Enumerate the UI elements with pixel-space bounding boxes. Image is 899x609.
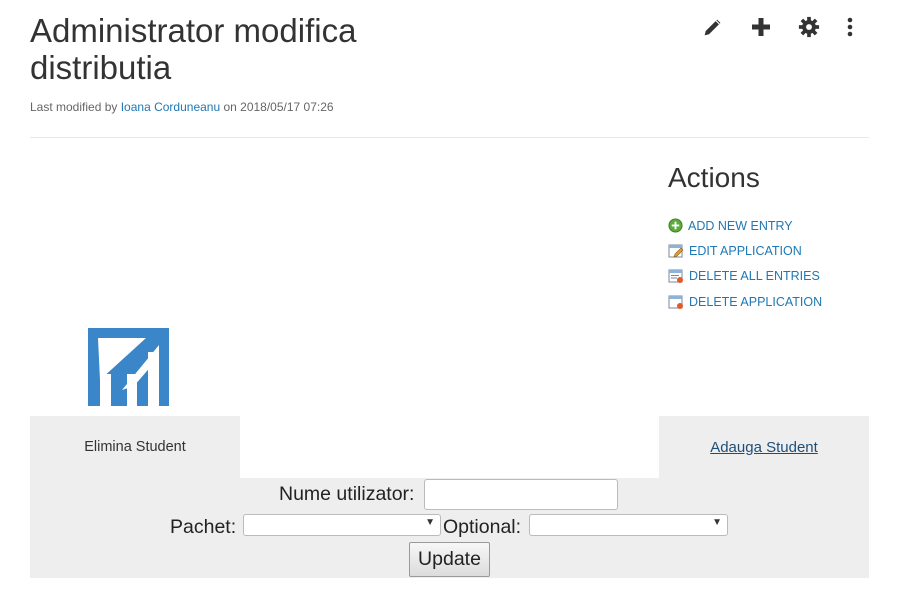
- modified-prefix: Last modified by: [30, 100, 121, 114]
- action-label: DELETE APPLICATION: [689, 294, 823, 309]
- package-label: Pachet:: [170, 516, 237, 538]
- edit-page-button[interactable]: [698, 14, 728, 40]
- remove-student-form: Nume utilizator: Pachet: ▼ Optional: ▼ U…: [30, 478, 869, 578]
- actions-title: Actions: [668, 162, 760, 193]
- update-button[interactable]: Update: [409, 542, 490, 577]
- action-delete-all-entries[interactable]: DELETE ALL ENTRIES: [668, 264, 822, 289]
- pencil-icon: [704, 19, 721, 36]
- modified-suffix: on 2018/05/17 07:26: [220, 100, 334, 114]
- add-entry-icon: [668, 218, 683, 233]
- username-label: Nume utilizator:: [279, 483, 415, 505]
- last-modified-info: Last modified by Ioana Corduneanu on 201…: [30, 100, 334, 114]
- adauga-student-link[interactable]: Adauga Student: [710, 439, 818, 456]
- optional-select[interactable]: ▼: [529, 514, 728, 536]
- gear-icon: [798, 16, 820, 38]
- action-delete-application[interactable]: DELETE APPLICATION: [668, 289, 822, 314]
- page-title: Administrator modifica distributia: [30, 12, 357, 86]
- faculty-logo: [88, 328, 169, 406]
- add-page-button[interactable]: [746, 14, 776, 40]
- chevron-down-icon: ▼: [712, 517, 722, 528]
- tab-elimina-student[interactable]: Elimina Student: [30, 416, 240, 478]
- action-edit-application[interactable]: EDIT APPLICATION: [668, 238, 822, 263]
- action-label: ADD NEW ENTRY: [688, 218, 793, 233]
- delete-entries-icon: [668, 269, 683, 284]
- more-options-button[interactable]: [842, 14, 858, 40]
- author-link[interactable]: Ioana Corduneanu: [121, 100, 220, 114]
- page-toolbar: [698, 14, 858, 40]
- action-label: DELETE ALL ENTRIES: [689, 269, 820, 284]
- tab-label: Elimina Student: [84, 439, 186, 455]
- more-vertical-icon: [847, 17, 853, 37]
- action-add-new-entry[interactable]: ADD NEW ENTRY: [668, 213, 822, 238]
- actions-list: ADD NEW ENTRY EDIT APPLICATION DELETE AL…: [668, 213, 822, 314]
- edit-application-icon: [668, 244, 684, 258]
- optional-label: Optional:: [443, 516, 522, 538]
- settings-button[interactable]: [794, 14, 824, 40]
- package-select[interactable]: ▼: [243, 514, 441, 536]
- chevron-down-icon: ▼: [425, 517, 435, 528]
- student-tabs: Elimina Student Adauga Student: [30, 416, 869, 478]
- username-input[interactable]: [424, 479, 618, 510]
- plus-icon: [752, 18, 770, 36]
- action-label: EDIT APPLICATION: [689, 243, 802, 258]
- header-divider: [30, 137, 869, 138]
- tab-adauga-student: Adauga Student: [659, 416, 869, 478]
- delete-application-icon: [668, 295, 683, 309]
